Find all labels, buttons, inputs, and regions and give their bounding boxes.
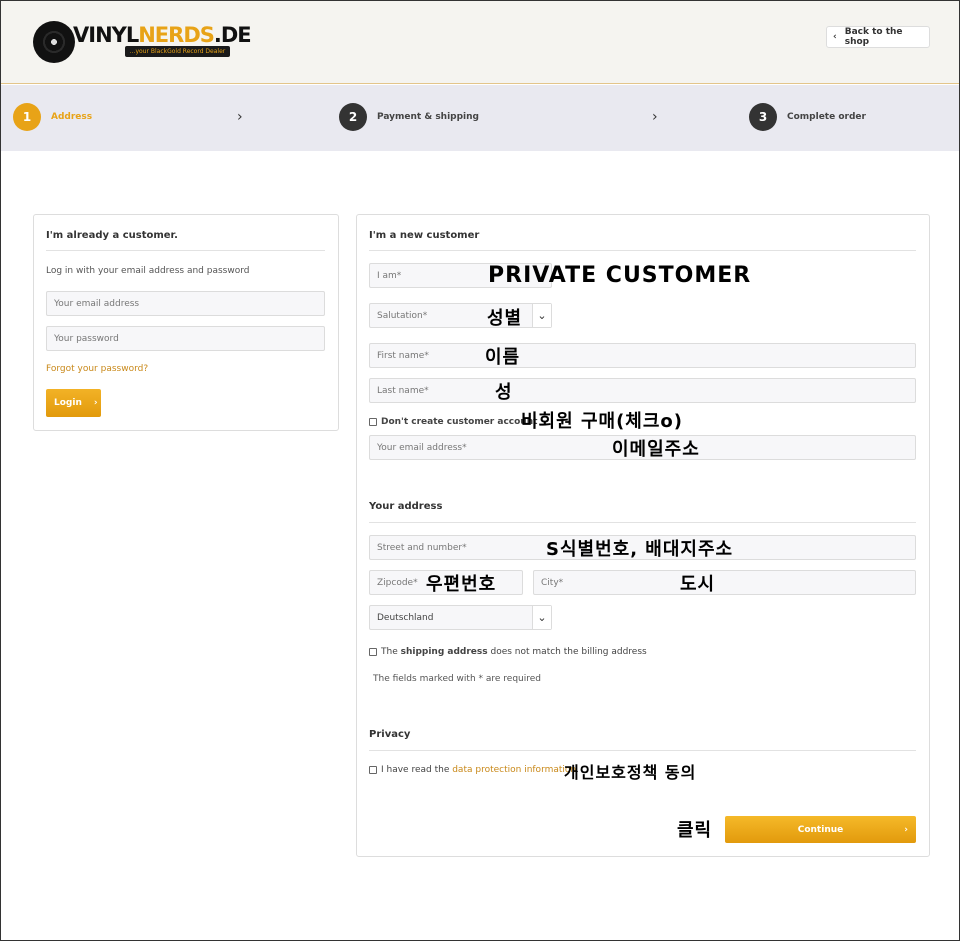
annotation-zip: 우편번호 <box>426 574 497 595</box>
no-account-row[interactable]: Don't create customer account <box>369 417 537 427</box>
step-label: Payment & shipping <box>377 112 479 122</box>
annotation-privacy: 개인보호정책 동의 <box>564 763 697 782</box>
privacy-title: Privacy <box>369 729 411 740</box>
step-payment-shipping[interactable]: 2 Payment & shipping <box>339 103 479 131</box>
annotation-iam: PRIVATE CUSTOMER <box>488 263 752 288</box>
step-number: 2 <box>339 103 367 131</box>
checkout-steps: 1 Address › 2 Payment & shipping › 3 Com… <box>1 85 959 151</box>
step-complete-order[interactable]: 3 Complete order <box>749 103 866 131</box>
chevron-right-icon: › <box>93 398 98 408</box>
chevron-right-icon: › <box>237 109 243 125</box>
step-label: Address <box>51 112 93 122</box>
step-number: 3 <box>749 103 777 131</box>
annotation-lastname: 성 <box>495 382 513 403</box>
annotation-continue: 클릭 <box>677 820 713 841</box>
privacy-row[interactable]: I have read the data protection informat… <box>369 765 579 775</box>
country-select[interactable]: Deutschland ⌄ <box>369 605 552 630</box>
back-to-shop-button[interactable]: ‹ Back to the shop <box>826 26 930 48</box>
address-title: Your address <box>369 501 443 512</box>
login-title: I'm already a customer. <box>46 230 178 241</box>
logo-text: VINYLNERDS.DE <box>73 23 252 47</box>
step-address[interactable]: 1 Address <box>13 103 92 131</box>
required-note: The fields marked with * are required <box>373 674 541 684</box>
login-intro: Log in with your email address and passw… <box>46 266 250 276</box>
chevron-right-icon: › <box>904 824 908 835</box>
annotation-street: S식별번호, 배대지주소 <box>546 539 734 560</box>
annotation-firstname: 이름 <box>485 347 521 368</box>
annotation-no-account: 비회원 구매(체크o) <box>521 411 684 432</box>
login-password-input[interactable]: Your password <box>46 326 325 351</box>
register-title: I'm a new customer <box>369 230 480 241</box>
annotation-email: 이메일주소 <box>612 439 700 460</box>
shipping-address-checkbox[interactable] <box>369 648 377 656</box>
vinyl-record-icon <box>33 21 75 63</box>
forgot-password-link[interactable]: Forgot your password? <box>46 364 148 374</box>
annotation-city: 도시 <box>680 574 716 595</box>
salutation-select[interactable]: Salutation* ⌄ <box>369 303 552 328</box>
divider <box>369 250 916 251</box>
annotation-salutation: 성별 <box>487 308 523 329</box>
first-name-input[interactable]: First name* <box>369 343 916 368</box>
data-protection-link[interactable]: data protection information <box>452 765 576 775</box>
step-number: 1 <box>13 103 41 131</box>
shipping-address-row[interactable]: The shipping address does not match the … <box>369 647 647 657</box>
divider <box>369 522 916 523</box>
chevron-down-icon: ⌄ <box>532 304 551 327</box>
logo-tagline: ...your BlackGold Record Dealer <box>125 46 230 57</box>
login-email-input[interactable]: Your email address <box>46 291 325 316</box>
continue-button[interactable]: Continue › <box>725 816 916 843</box>
chevron-right-icon: › <box>652 109 658 125</box>
chevron-down-icon: ⌄ <box>532 606 551 629</box>
chevron-left-icon: ‹ <box>833 32 837 42</box>
last-name-input[interactable]: Last name* <box>369 378 916 403</box>
privacy-checkbox[interactable] <box>369 766 377 774</box>
city-input[interactable]: City* <box>533 570 916 595</box>
step-label: Complete order <box>787 112 866 122</box>
header-bar: VINYLNERDS.DE ...your BlackGold Record D… <box>1 1 959 84</box>
logo[interactable]: VINYLNERDS.DE ...your BlackGold Record D… <box>33 21 252 65</box>
no-account-checkbox[interactable] <box>369 418 377 426</box>
login-button[interactable]: Login › <box>46 389 101 417</box>
divider <box>369 750 916 751</box>
divider <box>46 250 325 251</box>
